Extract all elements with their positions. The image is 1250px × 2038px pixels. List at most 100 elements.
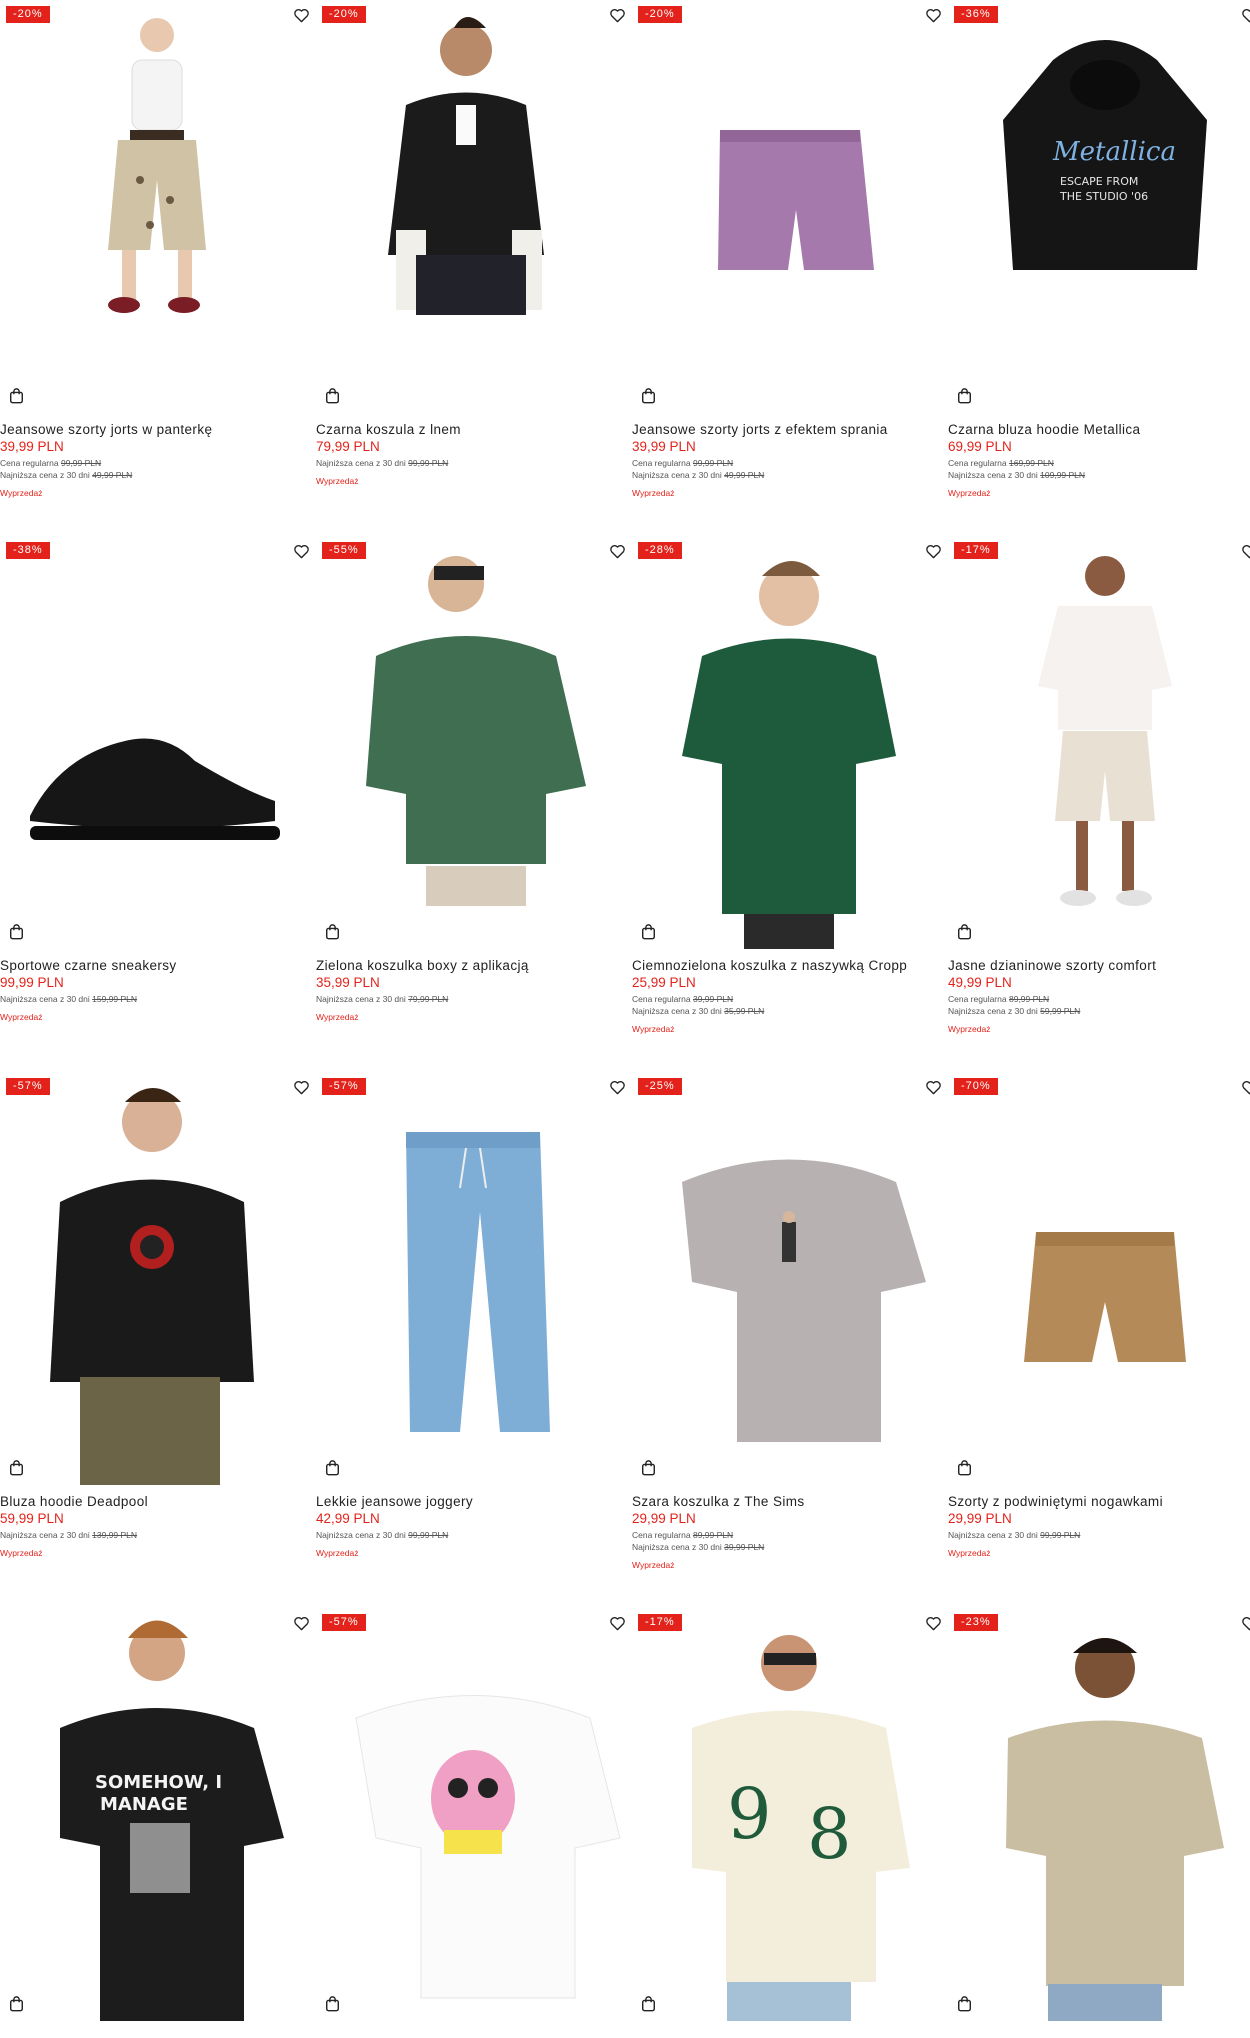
- shopping-bag-icon[interactable]: [6, 385, 26, 407]
- product-name[interactable]: Ciemnozielona koszulka z naszywką Cropp: [632, 957, 946, 974]
- sale-label[interactable]: Wyprzedaż: [948, 1547, 1250, 1559]
- product-name[interactable]: Zielona koszulka boxy z aplikacją: [316, 957, 630, 974]
- product-image[interactable]: Metallica ESCAPE FROM THE STUDIO '06 -36%: [948, 0, 1250, 413]
- heart-icon[interactable]: [1238, 541, 1250, 561]
- product-image[interactable]: -55%: [316, 536, 630, 949]
- regular-price: 169,99 PLN: [1008, 458, 1054, 468]
- sale-label[interactable]: Wyprzedaż: [632, 487, 946, 499]
- discount-badge: -57%: [6, 1078, 50, 1095]
- lowest-price-note: Najniższa cena z 30 dni 79,99 PLN: [316, 993, 630, 1005]
- product-image[interactable]: -28%: [632, 536, 946, 949]
- lowest-price-note: Najniższa cena z 30 dni 49,99 PLN: [632, 469, 946, 481]
- product-image[interactable]: -38%: [0, 536, 314, 949]
- product-image[interactable]: -20%: [316, 0, 630, 413]
- sale-label[interactable]: Wyprzedaż: [0, 1547, 314, 1559]
- regular-price-label: Cena regularna: [632, 994, 691, 1004]
- product-image[interactable]: -57%: [316, 1608, 630, 2021]
- heart-icon[interactable]: [290, 541, 312, 561]
- heart-icon[interactable]: [1238, 5, 1250, 25]
- sale-label[interactable]: Wyprzedaż: [0, 1011, 314, 1023]
- heart-icon[interactable]: [606, 541, 628, 561]
- sale-label[interactable]: Wyprzedaż: [632, 1023, 946, 1035]
- shopping-bag-icon[interactable]: [322, 1457, 342, 1479]
- product-price: 59,99 PLN: [0, 1511, 64, 1526]
- heart-icon[interactable]: [1238, 1077, 1250, 1097]
- product-name[interactable]: Szara koszulka z The Sims: [632, 1493, 946, 1510]
- shopping-bag-icon[interactable]: [6, 1993, 26, 2015]
- shopping-bag-icon[interactable]: [638, 921, 658, 943]
- regular-price-label: Cena regularna: [948, 458, 1007, 468]
- product-info: Lekkie jeansowe joggery 42,99 PLN Najniżs…: [316, 1493, 630, 1559]
- shopping-bag-icon[interactable]: [954, 1457, 974, 1479]
- shopping-bag-icon[interactable]: [954, 385, 974, 407]
- product-image[interactable]: -25%: [632, 1072, 946, 1485]
- sale-label[interactable]: Wyprzedaż: [632, 1559, 946, 1571]
- product-info: Bluza hoodie Deadpool 59,99 PLN Najniższa…: [0, 1493, 314, 1559]
- product-image[interactable]: SOMEHOW, I MANAGE: [0, 1608, 314, 2021]
- lowest-price-label: Najniższa cena z 30 dni: [948, 470, 1038, 480]
- lowest-price-label: Najniższa cena z 30 dni: [316, 994, 406, 1004]
- product-name[interactable]: Jeansowe szorty jorts z efektem sprania: [632, 421, 946, 438]
- product-name[interactable]: Sportowe czarne sneakersy: [0, 957, 314, 974]
- sale-label[interactable]: Wyprzedaż: [316, 1011, 630, 1023]
- regular-price-label: Cena regularna: [632, 1530, 691, 1540]
- product-image[interactable]: -17%: [948, 536, 1250, 949]
- heart-icon[interactable]: [290, 1077, 312, 1097]
- discount-badge: -57%: [322, 1078, 366, 1095]
- lowest-price: 139,99 PLN: [92, 1530, 138, 1540]
- lowest-price-note: Najniższa cena z 30 dni 49,99 PLN: [0, 469, 314, 481]
- heart-icon[interactable]: [290, 1613, 312, 1633]
- lowest-price: 99,99 PLN: [408, 1530, 449, 1540]
- product-name[interactable]: Lekkie jeansowe joggery: [316, 1493, 630, 1510]
- product-info: Zielona koszulka boxy z aplikacją 35,99 …: [316, 957, 630, 1023]
- product-image[interactable]: -57%: [0, 1072, 314, 1485]
- heart-icon[interactable]: [922, 1613, 944, 1633]
- lowest-price: 99,99 PLN: [1040, 1530, 1081, 1540]
- shopping-bag-icon[interactable]: [954, 1993, 974, 2015]
- product-info: Czarna bluza hoodie Metallica 69,99 PLN C…: [948, 421, 1250, 499]
- shopping-bag-icon[interactable]: [6, 921, 26, 943]
- heart-icon[interactable]: [922, 1077, 944, 1097]
- shopping-bag-icon[interactable]: [954, 921, 974, 943]
- product-image[interactable]: -70%: [948, 1072, 1250, 1485]
- sale-label[interactable]: Wyprzedaż: [948, 1023, 1250, 1035]
- product-name[interactable]: Bluza hoodie Deadpool: [0, 1493, 314, 1510]
- heart-icon[interactable]: [1238, 1613, 1250, 1633]
- heart-icon[interactable]: [922, 5, 944, 25]
- svg-text:THE STUDIO '06: THE STUDIO '06: [1059, 190, 1148, 203]
- product-name[interactable]: Czarna bluza hoodie Metallica: [948, 421, 1250, 438]
- product-name[interactable]: Czarna koszula z lnem: [316, 421, 630, 438]
- heart-icon[interactable]: [606, 5, 628, 25]
- sale-label[interactable]: Wyprzedaż: [948, 487, 1250, 499]
- heart-icon[interactable]: [606, 1613, 628, 1633]
- product-image[interactable]: -20%: [0, 0, 314, 413]
- shopping-bag-icon[interactable]: [638, 1457, 658, 1479]
- lowest-price-label: Najniższa cena z 30 dni: [632, 470, 722, 480]
- product-image[interactable]: 9 8 -17%: [632, 1608, 946, 2021]
- product-name[interactable]: Jeansowe szorty jorts w panterkę: [0, 421, 314, 438]
- shopping-bag-icon[interactable]: [322, 1993, 342, 2015]
- shopping-bag-icon[interactable]: [638, 385, 658, 407]
- shopping-bag-icon[interactable]: [638, 1993, 658, 2015]
- regular-price-note: Cena regularna 169,99 PLN: [948, 457, 1250, 469]
- sale-label[interactable]: Wyprzedaż: [0, 487, 314, 499]
- sale-label[interactable]: Wyprzedaż: [316, 475, 630, 487]
- lowest-price-note: Najniższa cena z 30 dni 139,99 PLN: [0, 1529, 314, 1541]
- product-name[interactable]: Jasne dzianinowe szorty comfort: [948, 957, 1250, 974]
- product-image[interactable]: -57%: [316, 1072, 630, 1485]
- heart-icon[interactable]: [922, 541, 944, 561]
- heart-icon[interactable]: [290, 5, 312, 25]
- product-image[interactable]: -20%: [632, 0, 946, 413]
- shopping-bag-icon[interactable]: [322, 921, 342, 943]
- lowest-price: 49,99 PLN: [92, 470, 133, 480]
- shopping-bag-icon[interactable]: [322, 385, 342, 407]
- product-name[interactable]: Szorty z podwiniętymi nogawkami: [948, 1493, 1250, 1510]
- sale-label[interactable]: Wyprzedaż: [316, 1547, 630, 1559]
- product-image[interactable]: -23%: [948, 1608, 1250, 2021]
- product-price: 99,99 PLN: [0, 975, 64, 990]
- regular-price-note: Cena regularna 39,99 PLN: [632, 993, 946, 1005]
- heart-icon[interactable]: [606, 1077, 628, 1097]
- product-price: 25,99 PLN: [632, 975, 696, 990]
- shopping-bag-icon[interactable]: [6, 1457, 26, 1479]
- product-photo: SOMEHOW, IMANAGE: [60, 1620, 284, 2021]
